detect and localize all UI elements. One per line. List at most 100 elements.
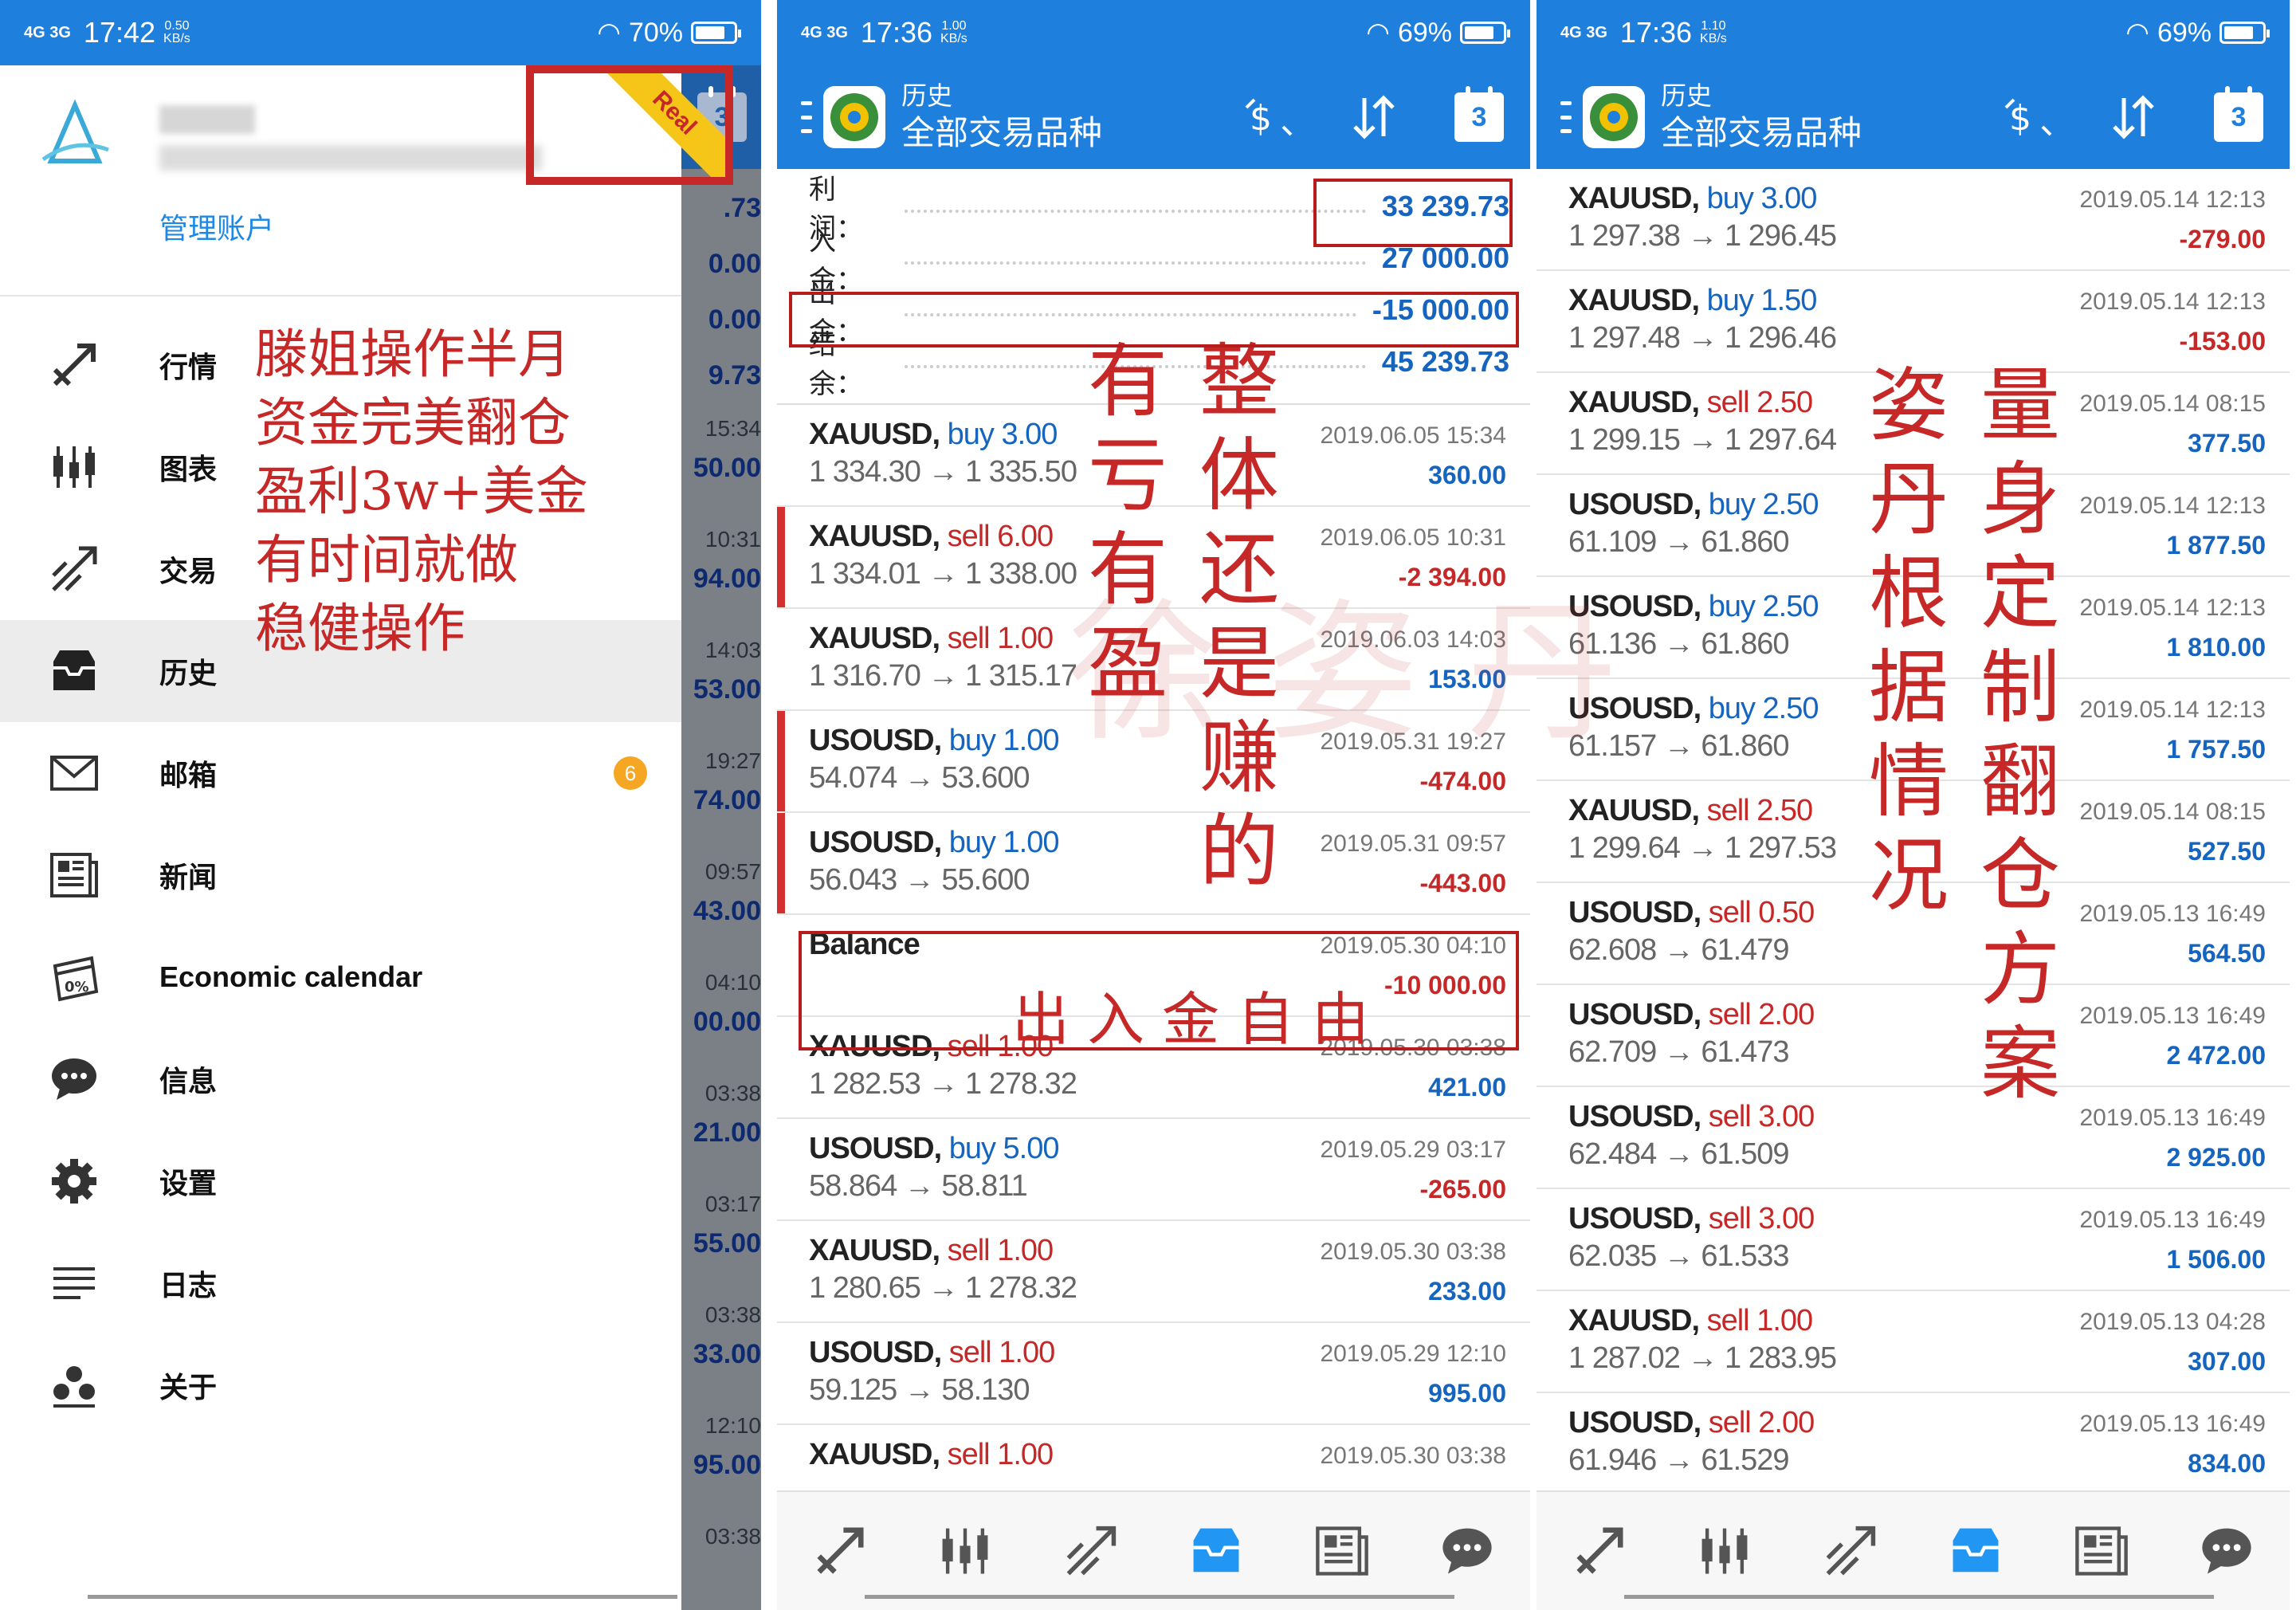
journal-icon (46, 1255, 102, 1311)
trade-row[interactable]: XAUUSD, sell 1.00 1 280.65 → 1 278.32 2019… (777, 1221, 1530, 1323)
status-bar: 4G 3G 17:36 1.00 KB/s ◠ 69% (777, 0, 1530, 65)
news-icon (46, 847, 102, 903)
drawer-item[interactable]: 新闻 (0, 824, 681, 926)
trade-row[interactable]: XAUUSD, buy 1.50 1 297.48 → 1 296.46 2019.… (1537, 271, 2290, 373)
sort-icon[interactable] (1345, 88, 1403, 146)
quotes-icon[interactable] (808, 1519, 872, 1583)
quotes-icon[interactable] (1568, 1519, 1631, 1583)
page-subtitle: 历史 (901, 81, 953, 110)
drawer-item-label: Economic calendar (159, 960, 423, 993)
trade-side: sell 1.00 (947, 622, 1054, 655)
trade-prices: 62.035 → 61.533 (1568, 1239, 1790, 1273)
trade-profit: 527.50 (2188, 837, 2266, 866)
trade-profit: 834.00 (2188, 1449, 2266, 1478)
dimmed-value: 00.00 (693, 1007, 761, 1037)
trade-row[interactable]: USOUSD, sell 3.00 62.035 → 61.533 2019.05.… (1537, 1189, 2290, 1291)
trade-icon[interactable] (1819, 1519, 1882, 1583)
trade-row[interactable]: USOUSD, sell 1.00 59.125 → 58.130 2019.05.… (777, 1323, 1530, 1425)
trade-side: sell 2.00 (1708, 998, 1815, 1031)
trade-row[interactable]: USOUSD, sell 2.00 62.709 → 61.473 2019.05.… (1537, 985, 2290, 1087)
trade-side: buy 5.00 (948, 1132, 1060, 1165)
wifi-icon: ◠ (1366, 18, 1390, 48)
watermark: 徐姿丹 (1068, 585, 1666, 761)
dimmed-value: 09:57 (704, 859, 761, 884)
net-speed: 0.50 KB/s (163, 19, 190, 45)
trade-row[interactable]: USOUSD, sell 2.00 61.946 → 61.529 2019.05.… (1537, 1393, 2290, 1495)
menu-icon[interactable] (1560, 101, 1572, 133)
dimmed-value: 55.00 (693, 1228, 761, 1259)
trade-prices: 58.864 → 58.811 (809, 1169, 1028, 1203)
drawer-item-label: 信息 (159, 1065, 218, 1098)
trade-side: buy 3.00 (1706, 182, 1818, 215)
trade-time: 2019.06.05 15:34 (1320, 422, 1506, 449)
chat-icon[interactable] (1435, 1519, 1499, 1583)
home-indicator (865, 1595, 1454, 1599)
page-title[interactable]: 全部交易品种 (901, 112, 1102, 155)
chart-icon[interactable] (933, 1519, 997, 1583)
drawer-item-label: 行情 (159, 351, 218, 383)
trade-row[interactable]: USOUSD, sell 3.00 62.484 → 61.509 2019.05.… (1537, 1087, 2290, 1189)
dimmed-background[interactable]: 3 .73 0.00 0.00 9.73 15:34 50.00 10:31 94.00 14:… (681, 65, 761, 1610)
trade-prices: 59.125 → 58.130 (809, 1373, 1030, 1407)
drawer-item[interactable]: 关于 (0, 1334, 681, 1436)
trade-icon[interactable] (1059, 1519, 1123, 1583)
history-icon[interactable] (1184, 1519, 1248, 1583)
drawer-item[interactable]: 日志 (0, 1232, 681, 1334)
chat-icon[interactable] (2195, 1519, 2259, 1583)
menu-icon[interactable] (801, 101, 812, 133)
drawer-item[interactable]: 信息 (0, 1028, 681, 1130)
trade-row[interactable]: XAUUSD, buy 3.00 1 297.38 → 1 296.45 2019.… (1537, 169, 2290, 271)
trade-time: 2019.05.31 09:57 (1320, 831, 1506, 857)
chart-icon[interactable] (1693, 1519, 1756, 1583)
trade-side: buy 2.50 (1708, 692, 1819, 725)
trade-profit: 307.00 (2188, 1347, 2266, 1376)
battery-level: 69% (2157, 17, 2212, 48)
trade-profit: 377.50 (2188, 429, 2266, 457)
drawer-item-label: 交易 (159, 555, 218, 587)
trade-row[interactable]: XAUUSD, sell 1.00 1 287.02 → 1 283.95 2019… (1537, 1291, 2290, 1393)
battery-level: 69% (1397, 17, 1452, 48)
manage-accounts-link[interactable]: 管理账户 (159, 206, 274, 247)
sort-icon[interactable] (2105, 88, 2162, 146)
trade-side: buy 1.50 (1706, 284, 1818, 317)
trade-profit: 1 757.50 (2166, 735, 2266, 764)
trade-time: 2019.05.29 03:17 (1320, 1137, 1506, 1163)
trade-side: sell 1.00 (947, 1438, 1054, 1471)
news-icon[interactable] (2070, 1519, 2133, 1583)
trade-row[interactable]: USOUSD, buy 5.00 58.864 → 58.811 2019.05.2… (777, 1119, 1530, 1221)
dimmed-value: 03:38 (704, 1081, 761, 1105)
trade-profit: -153.00 (2179, 327, 2266, 355)
page-title[interactable]: 全部交易品种 (1661, 112, 1862, 155)
trade-side: sell 1.00 (1706, 1304, 1814, 1337)
trade-time: 2019.05.13 16:49 (2079, 1105, 2266, 1131)
dimmed-value: 0.00 (708, 249, 761, 279)
history-icon[interactable] (1944, 1519, 2008, 1583)
highlight-profit (1313, 179, 1513, 247)
trade-side: sell 2.50 (1706, 386, 1814, 419)
account-header: 管理账户 Real (0, 65, 733, 296)
mail-icon (46, 745, 102, 801)
news-icon[interactable] (1310, 1519, 1374, 1583)
trade-profit: 995.00 (1428, 1379, 1506, 1408)
currency-toggle-icon[interactable]: $ (1240, 88, 1297, 146)
toolbar: 历史 全部交易品种 $ 3 (1537, 65, 2290, 169)
dimmed-value: 50.00 (693, 453, 761, 483)
toolbar: 历史 全部交易品种 $ 3 (777, 65, 1530, 169)
trade-time: 2019.05.14 08:15 (2079, 391, 2266, 417)
currency-toggle-icon[interactable]: $ (2000, 88, 2057, 146)
trade-profit: 1 877.50 (2166, 531, 2266, 560)
quotes-icon (46, 337, 102, 393)
trade-profit: 233.00 (1428, 1277, 1506, 1306)
trade-profit: 564.50 (2188, 939, 2266, 968)
status-bar: 4G 3G 17:36 1.10 KB/s ◠ 69% (1537, 0, 2290, 65)
drawer-item-label: 新闻 (159, 861, 218, 893)
dimmed-value: 43.00 (693, 896, 761, 926)
drawer-item[interactable]: 0% Economic calendar (0, 926, 681, 1028)
clock: 17:36 (1619, 16, 1693, 49)
drawer-item[interactable]: 设置 (0, 1130, 681, 1232)
drawer-item[interactable]: 邮箱 6 (0, 722, 681, 824)
trade-profit: -265.00 (1419, 1175, 1506, 1204)
calendar-icon[interactable]: 3 (1450, 86, 1508, 146)
calendar-icon[interactable]: 3 (2210, 86, 2267, 146)
trade-row[interactable]: USOUSD, buy 1.00 56.043 → 55.600 2019.05.3… (777, 813, 1530, 915)
